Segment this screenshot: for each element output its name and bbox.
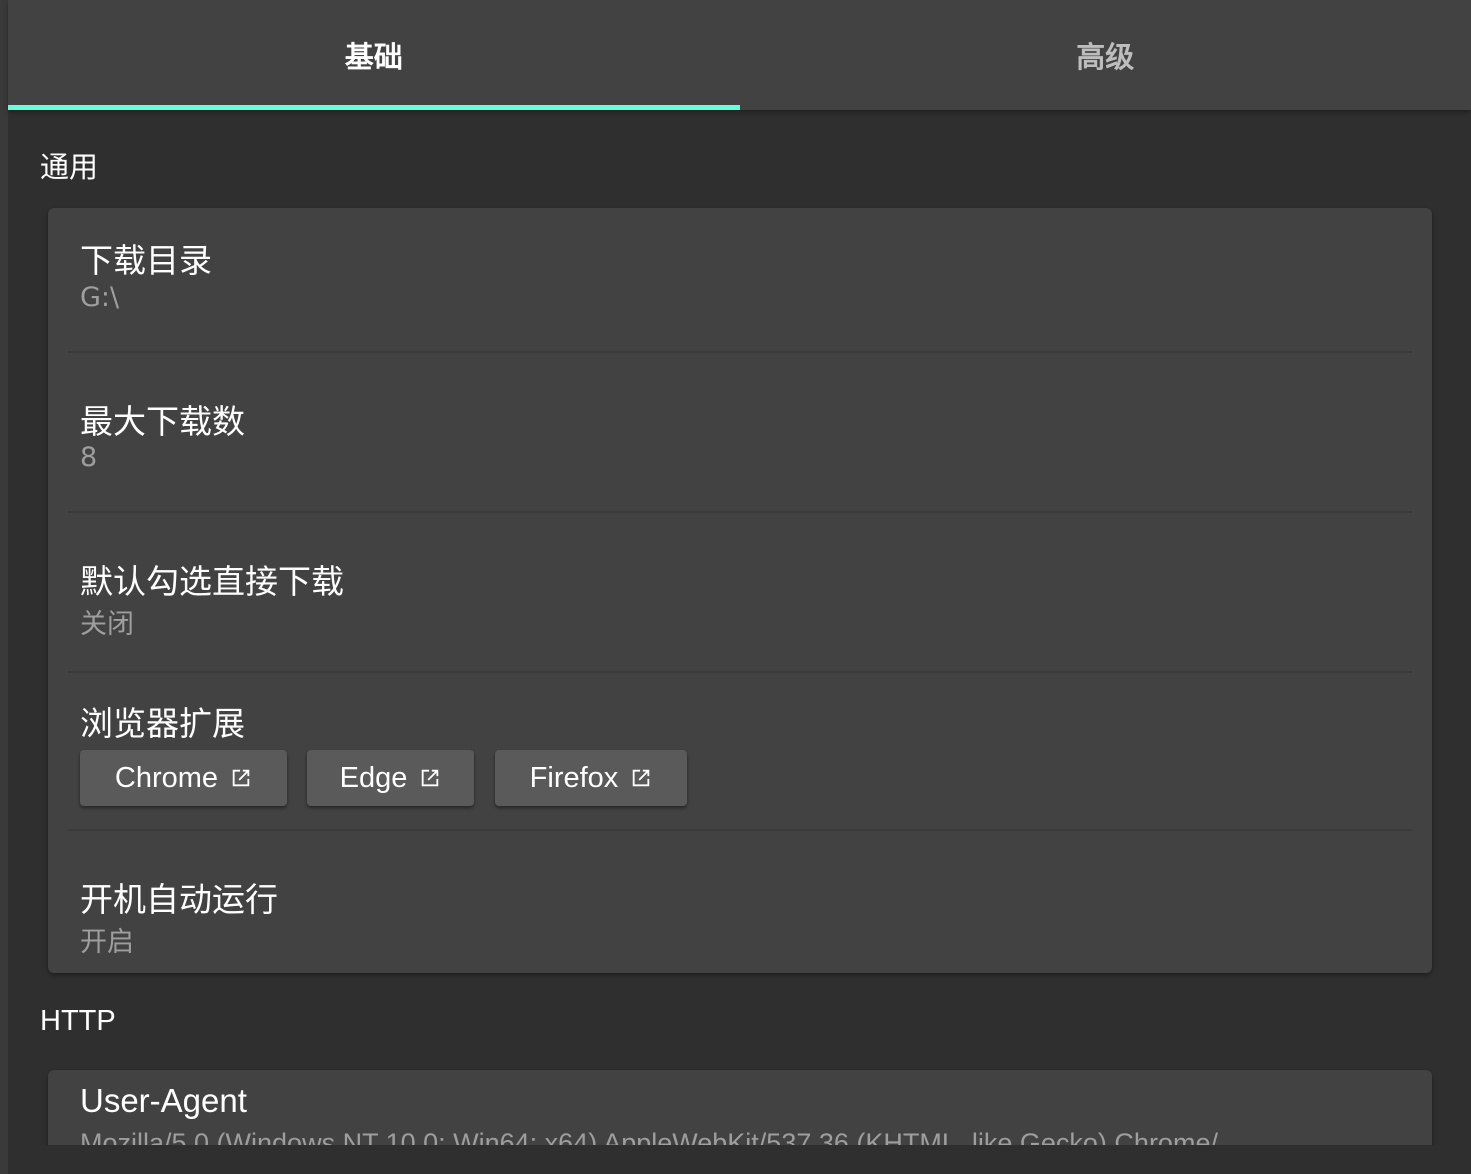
setting-download-dir-title: 下载目录 [80, 241, 212, 280]
edge-extension-label: Edge [339, 761, 408, 794]
tab-active-indicator [8, 105, 740, 110]
open-in-new-icon [422, 769, 439, 787]
setting-user-agent[interactable]: User-Agent Mozilla/5.0 (Windows NT 10.0;… [48, 1070, 1432, 1145]
setting-download-dir-value: G:\ [80, 282, 120, 313]
setting-autostart[interactable]: 开机自动运行 开启 [48, 831, 1432, 973]
setting-browser-extension-title: 浏览器扩展 [80, 704, 245, 743]
setting-default-direct-download-value: 关闭 [80, 609, 134, 640]
window-left-edge [0, 0, 8, 1174]
open-in-new-icon [232, 769, 250, 787]
setting-autostart-value: 开启 [80, 927, 134, 958]
firefox-extension-label: Firefox [529, 761, 619, 794]
general-settings-card: 下载目录 G:\ 最大下载数 8 默认勾选直接下载 关闭 浏览器扩展 Chrom… [48, 208, 1432, 973]
setting-user-agent-title: User-Agent [80, 1082, 247, 1119]
bottom-strip [8, 1145, 1471, 1174]
http-settings-card: User-Agent Mozilla/5.0 (Windows NT 10.0;… [48, 1070, 1432, 1145]
setting-user-agent-value: Mozilla/5.0 (Windows NT 10.0; Win64; x64… [80, 1128, 1218, 1145]
firefox-extension-button[interactable]: Firefox [495, 750, 687, 806]
section-title-general: 通用 [40, 150, 99, 184]
open-in-new-icon [633, 769, 650, 787]
setting-max-downloads-title: 最大下载数 [80, 402, 245, 441]
setting-max-downloads[interactable]: 最大下载数 8 [48, 353, 1432, 511]
tab-bar: 基础 高级 [8, 0, 1471, 110]
tab-advanced-label: 高级 [1076, 40, 1135, 74]
setting-default-direct-download-title: 默认勾选直接下载 [80, 562, 344, 601]
chrome-extension-label: Chrome [114, 761, 219, 794]
setting-download-dir[interactable]: 下载目录 G:\ [48, 208, 1432, 351]
settings-content[interactable]: 通用 下载目录 G:\ 最大下载数 8 默认勾选直接下载 关闭 浏览器扩展 Ch… [8, 110, 1471, 1145]
tab-advanced[interactable]: 高级 [740, 0, 1471, 110]
tab-basic-label: 基础 [344, 40, 403, 74]
setting-max-downloads-value: 8 [80, 442, 98, 473]
chrome-extension-button[interactable]: Chrome [80, 750, 287, 806]
section-title-http: HTTP [40, 1005, 116, 1037]
setting-autostart-title: 开机自动运行 [80, 880, 278, 919]
tab-basic[interactable]: 基础 [8, 0, 740, 110]
setting-default-direct-download[interactable]: 默认勾选直接下载 关闭 [48, 513, 1432, 671]
edge-extension-button[interactable]: Edge [307, 750, 474, 806]
settings-window: 基础 高级 通用 下载目录 G:\ 最大下载数 8 默认勾选直接下载 关闭 浏览… [0, 0, 1471, 1174]
